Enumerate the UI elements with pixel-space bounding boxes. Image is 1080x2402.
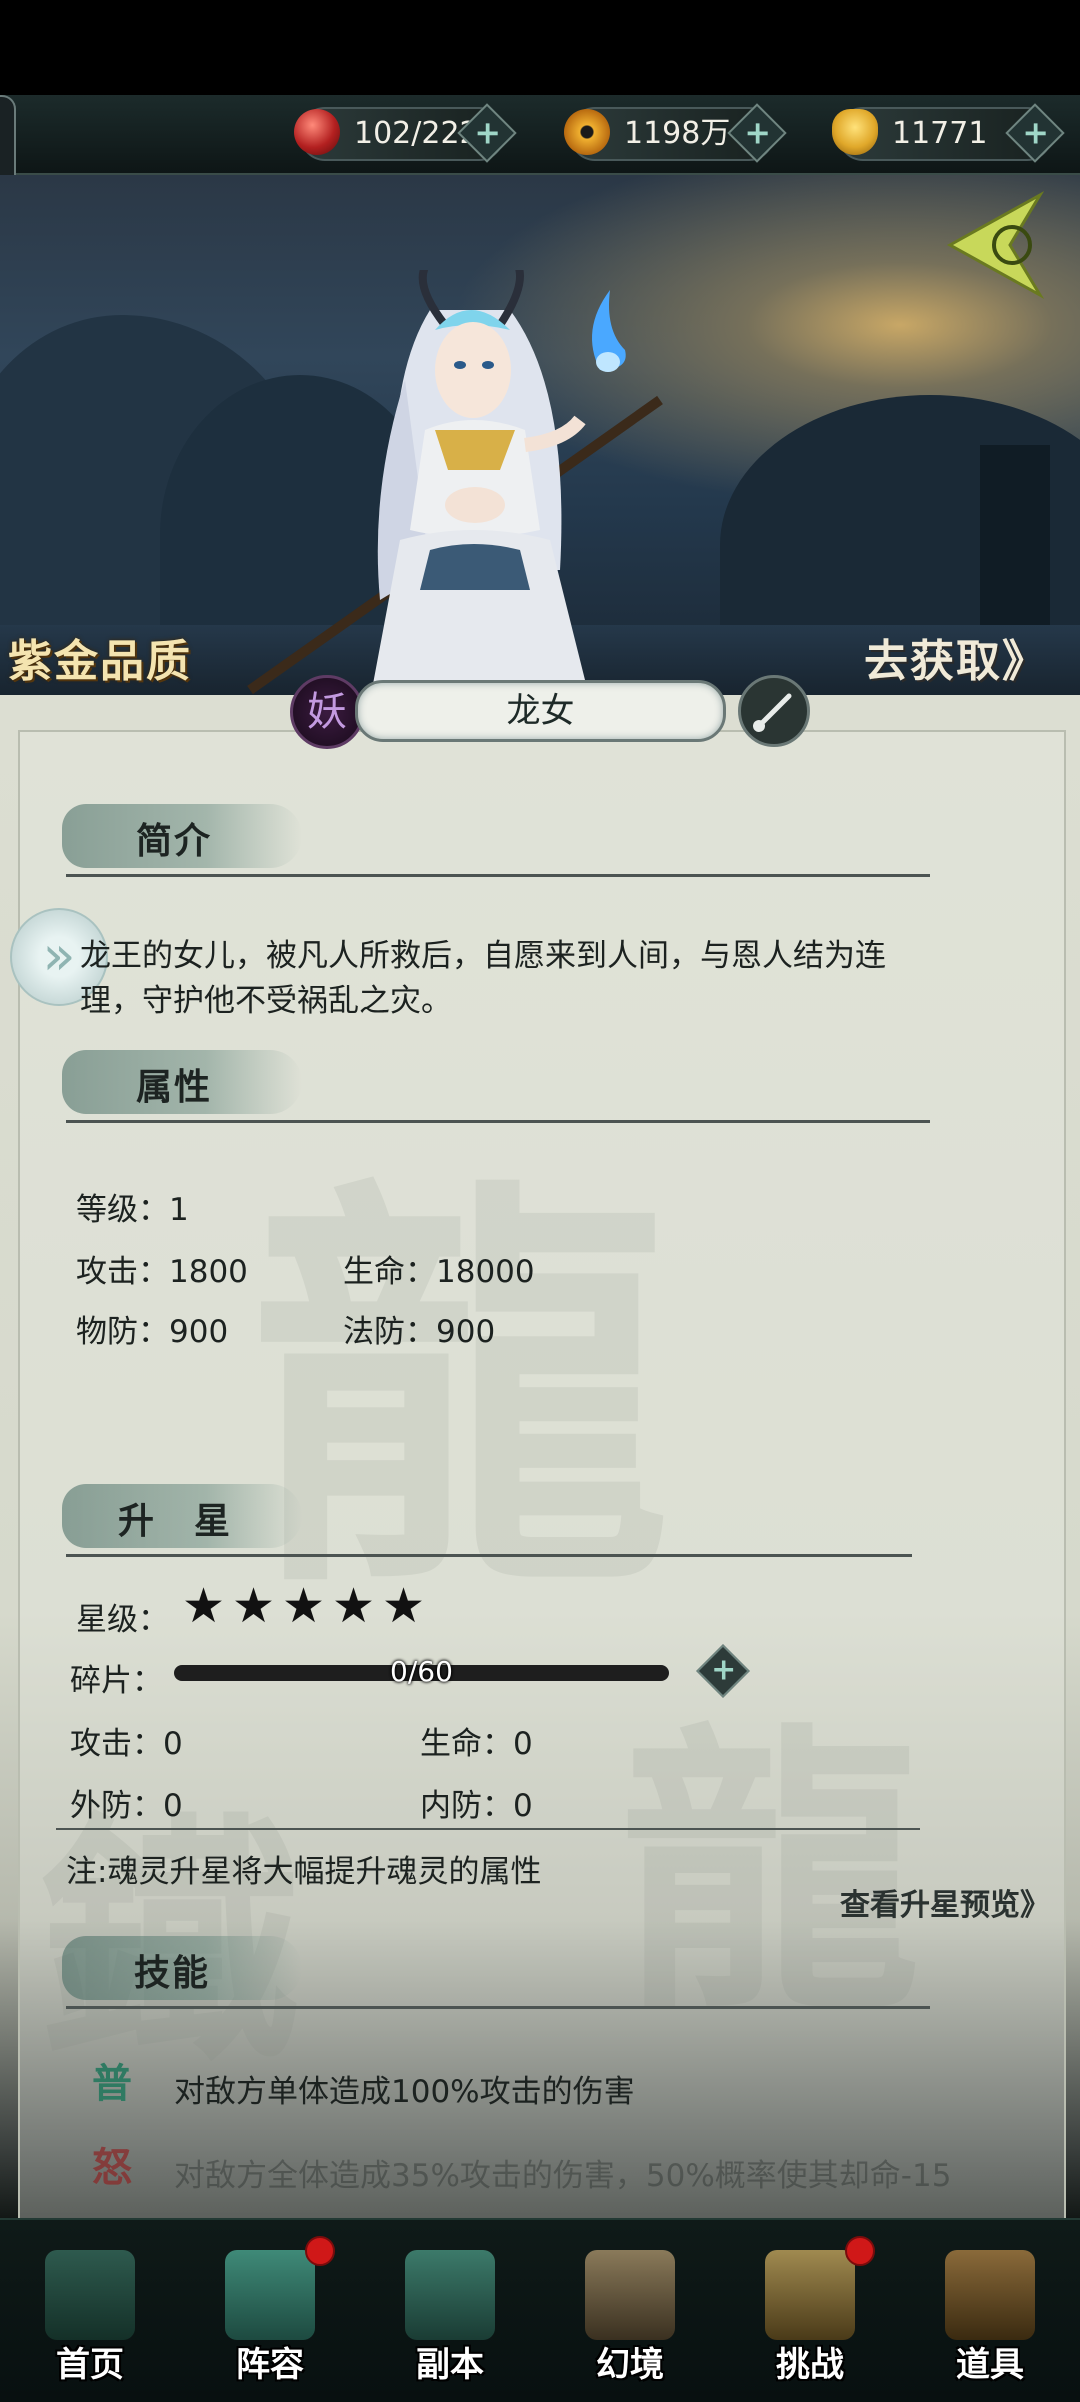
star-level-label: 星级： [76, 1602, 169, 1638]
intro-title: 简介 [136, 821, 213, 862]
home-pavilion-icon [45, 2250, 135, 2340]
nav-label: 道具 [956, 2345, 1024, 2385]
magic-defense-value: 法防：900 [343, 1314, 496, 1350]
intro-divider [66, 874, 930, 877]
fragment-progress-text: 0/60 [390, 1655, 453, 1688]
add-gold-button[interactable]: + [1005, 103, 1065, 163]
coin-counter: 1198万 + [564, 103, 787, 163]
notification-dot [305, 2236, 335, 2266]
nav-label: 阵容 [236, 2345, 304, 2385]
gold-ingot-icon [832, 109, 878, 155]
nav-item[interactable]: 道具 [915, 2230, 1065, 2400]
rage-skill-icon[interactable]: 怒 [86, 2142, 138, 2194]
hero-name: 龙女 [355, 680, 726, 742]
star-icon: ★ [282, 1578, 326, 1634]
item-bag-icon [945, 2250, 1035, 2340]
intro-text-line1: 龙王的女儿，被凡人所救后，自愿来到人间，与恩人结为连 [80, 938, 886, 974]
skill-1-description: 对敌方单体造成100%攻击的伤害 [174, 2074, 635, 2110]
dungeon-sword-icon [405, 2250, 495, 2340]
star-note-divider [56, 1828, 920, 1830]
skill-2-description: 对敌方全体造成35%攻击的伤害，50%概率使其却命-15 [174, 2158, 952, 2194]
nav-label: 挑战 [776, 2345, 844, 2385]
star-icon: ★ [382, 1578, 426, 1634]
skills-title: 技能 [134, 1953, 211, 1994]
nav-label: 幻境 [596, 2345, 664, 2385]
rename-brush-button[interactable] [738, 675, 810, 747]
hp-value: 生命：18000 [343, 1254, 535, 1290]
currency-bar: 102/222 + 1198万 + 11771 + [0, 95, 1080, 175]
element-emblem-icon [946, 190, 1045, 300]
double-chevron-right-icon: » [42, 924, 76, 987]
normal-attack-skill-icon[interactable]: 普 [86, 2058, 138, 2110]
hero-illustration [247, 270, 663, 700]
brush-icon [753, 693, 792, 732]
star-icon: ★ [332, 1578, 376, 1634]
add-coin-button[interactable]: + [727, 103, 787, 163]
nav-label: 副本 [416, 2345, 484, 2385]
attack-value: 攻击：1800 [76, 1254, 248, 1290]
stamina-orb-icon [294, 109, 340, 155]
notification-dot [845, 2236, 875, 2266]
hero-type-badge: 妖 [290, 675, 364, 749]
nav-item[interactable]: 挑战 [735, 2230, 885, 2400]
hero-quality-label: 紫金品质 [8, 636, 192, 687]
copper-coin-icon [564, 109, 610, 155]
star-inner-defense-value: 内防：0 [420, 1788, 533, 1824]
attributes-divider [66, 1120, 930, 1123]
star-up-note: 注:魂灵升星将大幅提升魂灵的属性 [66, 1854, 542, 1890]
star-hp-value: 生命：0 [420, 1726, 533, 1762]
nav-label: 首页 [56, 2345, 124, 2385]
physical-defense-value: 物防：900 [76, 1314, 229, 1350]
star-preview-link[interactable]: 查看升星预览》 [840, 1880, 1050, 1924]
intro-text-line2: 理，守护他不受祸乱之灾。 [80, 983, 452, 1019]
star-attack-value: 攻击：0 [70, 1726, 183, 1762]
skills-divider [66, 2006, 930, 2009]
nav-item[interactable]: 首页 [15, 2230, 165, 2400]
nav-item[interactable]: 阵容 [195, 2230, 345, 2400]
star-up-title: 升 星 [118, 1501, 233, 1542]
illusion-swords-icon [585, 2250, 675, 2340]
star-icon: ★ [232, 1578, 276, 1634]
obtain-link[interactable]: 去获取》 [864, 625, 1048, 689]
challenge-scroll-icon [765, 2250, 855, 2340]
star-icon: ★ [182, 1578, 226, 1634]
attributes-title: 属性 [136, 1067, 213, 1108]
lineup-book-icon [225, 2250, 315, 2340]
star-outer-defense-value: 外防：0 [70, 1788, 183, 1824]
fragment-label: 碎片： [70, 1663, 163, 1699]
gold-counter: 11771 + [832, 103, 1065, 163]
status-bar [0, 0, 1080, 95]
stamina-counter: 102/222 + [294, 103, 517, 163]
star-up-divider [66, 1554, 912, 1557]
nav-item[interactable]: 幻境 [555, 2230, 705, 2400]
nav-item[interactable]: 副本 [375, 2230, 525, 2400]
level-value: 等级：1 [76, 1192, 189, 1228]
